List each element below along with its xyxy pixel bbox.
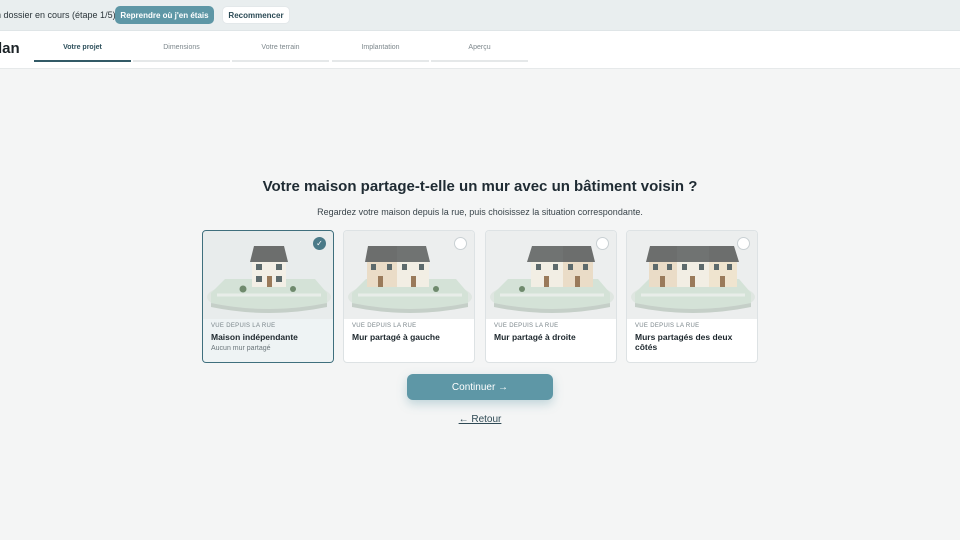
check-icon: ✓ bbox=[313, 237, 326, 250]
continue-button[interactable]: Continuer → bbox=[407, 374, 553, 400]
top-navigation: lan Votre projet Dimensions Votre terrai… bbox=[0, 31, 960, 69]
option-card-independante[interactable]: ✓ VUE DEPUIS LA RUE Maison indépendante … bbox=[202, 230, 334, 363]
option-card-deux-cotes[interactable]: VUE DEPUIS LA RUE Murs partagés des deux… bbox=[626, 230, 758, 363]
radio-button[interactable] bbox=[737, 237, 750, 250]
radio-button[interactable] bbox=[596, 237, 609, 250]
tab-votre-terrain[interactable]: Votre terrain bbox=[232, 31, 329, 62]
tab-apercu[interactable]: Aperçu bbox=[431, 31, 528, 62]
banner-message: n dossier en cours (étape 1/5). bbox=[0, 10, 119, 20]
option-card-mur-gauche[interactable]: VUE DEPUIS LA RUE Mur partagé à gauche bbox=[343, 230, 475, 363]
tab-dimensions[interactable]: Dimensions bbox=[133, 31, 230, 62]
option-label: Mur partagé à droite bbox=[494, 332, 576, 342]
resume-button[interactable]: Reprendre où j'en étais bbox=[115, 6, 214, 24]
logo: lan bbox=[0, 40, 20, 57]
option-label: Mur partagé à gauche bbox=[352, 332, 440, 342]
back-link[interactable]: ← Retour bbox=[0, 414, 960, 425]
resume-banner: n dossier en cours (étape 1/5). Reprendr… bbox=[0, 0, 960, 31]
option-label: Maison indépendante bbox=[211, 332, 298, 342]
tab-implantation[interactable]: Implantation bbox=[332, 31, 429, 62]
option-sublabel: Aucun mur partagé bbox=[211, 345, 271, 353]
option-card-body: VUE DEPUIS LA RUE Mur partagé à gauche bbox=[344, 319, 474, 362]
option-card-body: VUE DEPUIS LA RUE Maison indépendante Au… bbox=[203, 319, 333, 362]
option-card-body: VUE DEPUIS LA RUE Mur partagé à droite bbox=[486, 319, 616, 362]
page-subtitle: Regardez votre maison depuis la rue, pui… bbox=[317, 207, 643, 217]
option-kicker: VUE DEPUIS LA RUE bbox=[352, 323, 417, 329]
option-label: Murs partagés des deux côtés bbox=[635, 332, 733, 353]
option-kicker: VUE DEPUIS LA RUE bbox=[635, 323, 700, 329]
option-kicker: VUE DEPUIS LA RUE bbox=[211, 323, 276, 329]
radio-button[interactable] bbox=[454, 237, 467, 250]
option-card-mur-droite[interactable]: VUE DEPUIS LA RUE Mur partagé à droite bbox=[485, 230, 617, 363]
option-card-body: VUE DEPUIS LA RUE Murs partagés des deux… bbox=[627, 319, 757, 362]
tab-votre-projet[interactable]: Votre projet bbox=[34, 31, 131, 62]
page-title: Votre maison partage-t-elle un mur avec … bbox=[262, 178, 698, 195]
restart-button[interactable]: Recommencer bbox=[222, 6, 290, 24]
option-kicker: VUE DEPUIS LA RUE bbox=[494, 323, 559, 329]
